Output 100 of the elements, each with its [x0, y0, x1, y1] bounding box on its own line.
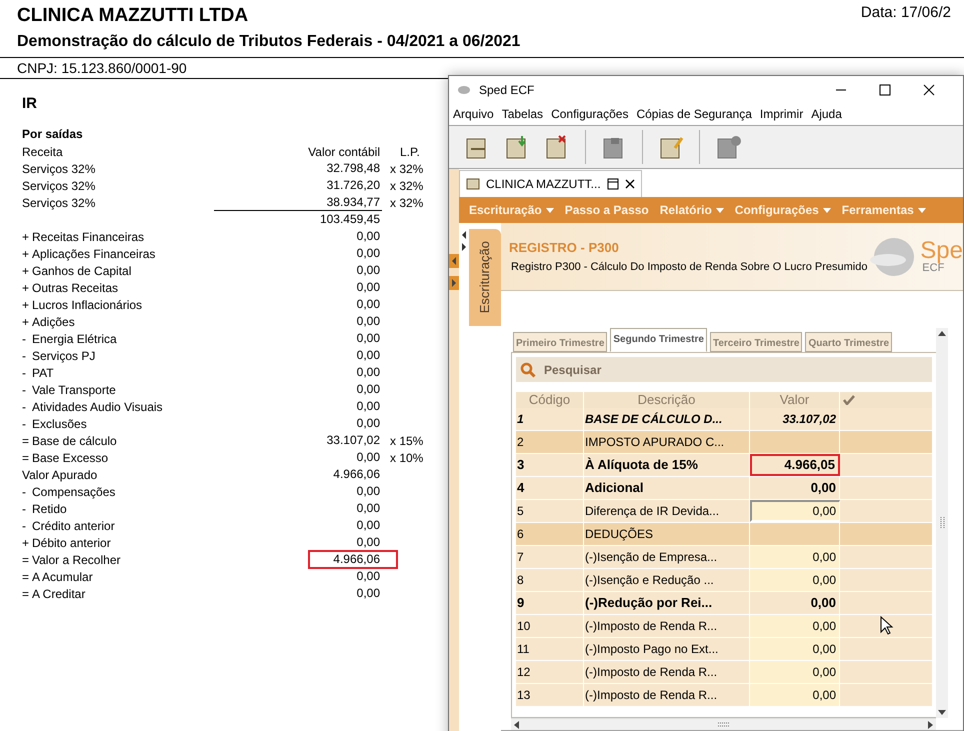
- row-value: 0,00: [356, 280, 380, 295]
- value-cell: 0,00: [750, 592, 840, 614]
- description-cell: IMPOSTO APURADO C...: [584, 431, 750, 453]
- menu-item[interactable]: Cópias de Segurança: [636, 105, 752, 123]
- code-cell: 2: [516, 431, 584, 453]
- row-value: 31.726,20: [326, 178, 380, 193]
- row-value: 0,00: [356, 348, 380, 363]
- row-label: Adições: [32, 314, 75, 330]
- sign-text: =: [22, 552, 30, 568]
- row-value: 0,00: [356, 365, 380, 380]
- menu-item[interactable]: Configurações: [551, 105, 628, 123]
- table-row[interactable]: 9 (-)Redução por Rei... 0,00: [516, 592, 932, 615]
- caret-icon: [546, 208, 554, 212]
- table-row[interactable]: 10 (-)Imposto de Renda R... 0,00: [516, 615, 932, 638]
- row-label: Energia Elétrica: [32, 330, 117, 348]
- cnpj-text: CNPJ: 15.123.860/0001-90: [16, 58, 188, 78]
- scroll-right-icon[interactable]: [461, 242, 467, 252]
- sign-text: =: [22, 450, 30, 466]
- sign-text: +: [22, 296, 30, 314]
- sign-text: =: [22, 432, 30, 450]
- table-row[interactable]: 3 À Alíquota de 15% 4.966,05: [516, 454, 932, 477]
- menu-item[interactable]: Tabelas: [502, 105, 544, 123]
- table-row[interactable]: 4 Adicional 0,00: [516, 477, 932, 500]
- menu-item[interactable]: Arquivo: [453, 105, 494, 123]
- row-label: Crédito anterior: [32, 518, 115, 534]
- description-cell: BASE DE CÁLCULO D...: [584, 408, 750, 430]
- code-cell: 9: [516, 592, 584, 614]
- description-cell: À Alíquota de 15%: [584, 454, 750, 476]
- table-row[interactable]: 2 IMPOSTO APURADO C...: [516, 431, 932, 454]
- row-value: 0,00: [356, 331, 380, 346]
- code-cell: 6: [516, 523, 584, 545]
- sign-text: -: [22, 416, 27, 432]
- table-row[interactable]: 13 (-)Imposto de Renda R... 0,00: [516, 684, 932, 707]
- horizontal-scrollbar[interactable]: [511, 718, 936, 730]
- checkmark-icon: [843, 395, 855, 405]
- table-row[interactable]: 1 BASE DE CÁLCULO D... 33.107,02: [516, 408, 932, 431]
- sign-text: -: [22, 382, 27, 398]
- restore-icon[interactable]: [606, 178, 619, 190]
- grip-icon: [718, 722, 730, 727]
- row-value: 0,00: [356, 297, 380, 312]
- table-row[interactable]: 5 Diferença de IR Devida... 0,00: [516, 500, 932, 523]
- table-row[interactable]: 8 (-)Isenção e Redução ... 0,00: [516, 569, 932, 592]
- side-tab[interactable]: Escrituração: [469, 229, 501, 326]
- grip-icon: [940, 517, 944, 529]
- table-row[interactable]: 6 DEDUÇÕES: [516, 523, 932, 546]
- column-header: L.P.: [400, 144, 420, 160]
- value-cell: 0,00: [750, 638, 840, 660]
- row-value: 0,00: [356, 314, 380, 329]
- row-value: 0,00: [356, 399, 380, 414]
- search-bar[interactable]: Pesquisar: [516, 357, 932, 382]
- value-cell: 0,00: [750, 615, 840, 637]
- register-description: Registro P300 - Cálculo Do Imposto de Renda Sobre O Lucro Presumido: [511, 260, 868, 275]
- menu-item[interactable]: Ajuda: [811, 105, 842, 123]
- vertical-scrollbar[interactable]: [936, 328, 948, 718]
- row-value: 0,00: [356, 229, 380, 244]
- row-value: 0,00: [356, 246, 380, 261]
- scroll-up-icon[interactable]: [938, 331, 946, 336]
- code-cell: 1: [516, 408, 584, 430]
- row-value: 0,00: [356, 535, 380, 550]
- document-tab-label: CLINICA MAZZUTT...: [486, 176, 601, 193]
- description-cell: DEDUÇÕES: [584, 523, 750, 545]
- row-value: 0,00: [356, 484, 380, 499]
- menu-item[interactable]: Imprimir: [760, 105, 804, 123]
- row-value: 32.798,48: [326, 161, 380, 176]
- table-row[interactable]: 7 (-)Isenção de Empresa... 0,00: [516, 546, 932, 569]
- row-label: Ganhos de Capital: [32, 262, 132, 280]
- document-tab[interactable]: CLINICA MAZZUTT...: [459, 170, 642, 197]
- table-row[interactable]: 11 (-)Imposto Pago no Ext... 0,00: [516, 638, 932, 661]
- maximize-icon[interactable]: [879, 84, 891, 96]
- row-label: Retido: [32, 500, 67, 518]
- rate-text: x 32%: [390, 178, 424, 194]
- document-edit-icon[interactable]: [658, 134, 684, 160]
- row-value: 0,00: [356, 518, 380, 533]
- search-label: Pesquisar: [544, 362, 602, 378]
- code-cell: 4: [516, 477, 584, 499]
- row-label: Lucros Inflacionários: [32, 296, 142, 314]
- row-label: Compensações: [32, 484, 116, 500]
- scroll-left-icon[interactable]: [514, 720, 519, 728]
- value-cell: 33.107,02: [750, 408, 840, 430]
- row-label: Valor a Recolher: [32, 552, 120, 568]
- close-icon[interactable]: [624, 179, 635, 189]
- code-cell: 12: [516, 661, 584, 683]
- table-row[interactable]: 12 (-)Imposto de Renda R... 0,00: [516, 661, 932, 684]
- collapse-left-icon[interactable]: [449, 254, 459, 268]
- subsection-title: Por saídas: [22, 126, 84, 143]
- logo-subtext: ECF: [922, 263, 944, 274]
- row-label: Débito anterior: [32, 534, 111, 552]
- code-cell: 13: [516, 684, 584, 706]
- scroll-down-icon[interactable]: [938, 710, 946, 715]
- row-label: Serviços 32%: [22, 194, 96, 212]
- close-icon[interactable]: [923, 84, 935, 96]
- row-label: Serviços 32%: [22, 160, 96, 178]
- quarter-tab[interactable]: Segundo Trimestre: [610, 328, 707, 352]
- scroll-right-icon[interactable]: [928, 720, 933, 728]
- row-value: 103.459,45: [320, 212, 380, 227]
- row-label: Exclusões: [32, 416, 87, 432]
- expand-right-icon[interactable]: [449, 276, 459, 290]
- caret-icon: [918, 208, 926, 212]
- scroll-left-icon[interactable]: [461, 230, 467, 240]
- value-cell: 0,00: [750, 500, 840, 522]
